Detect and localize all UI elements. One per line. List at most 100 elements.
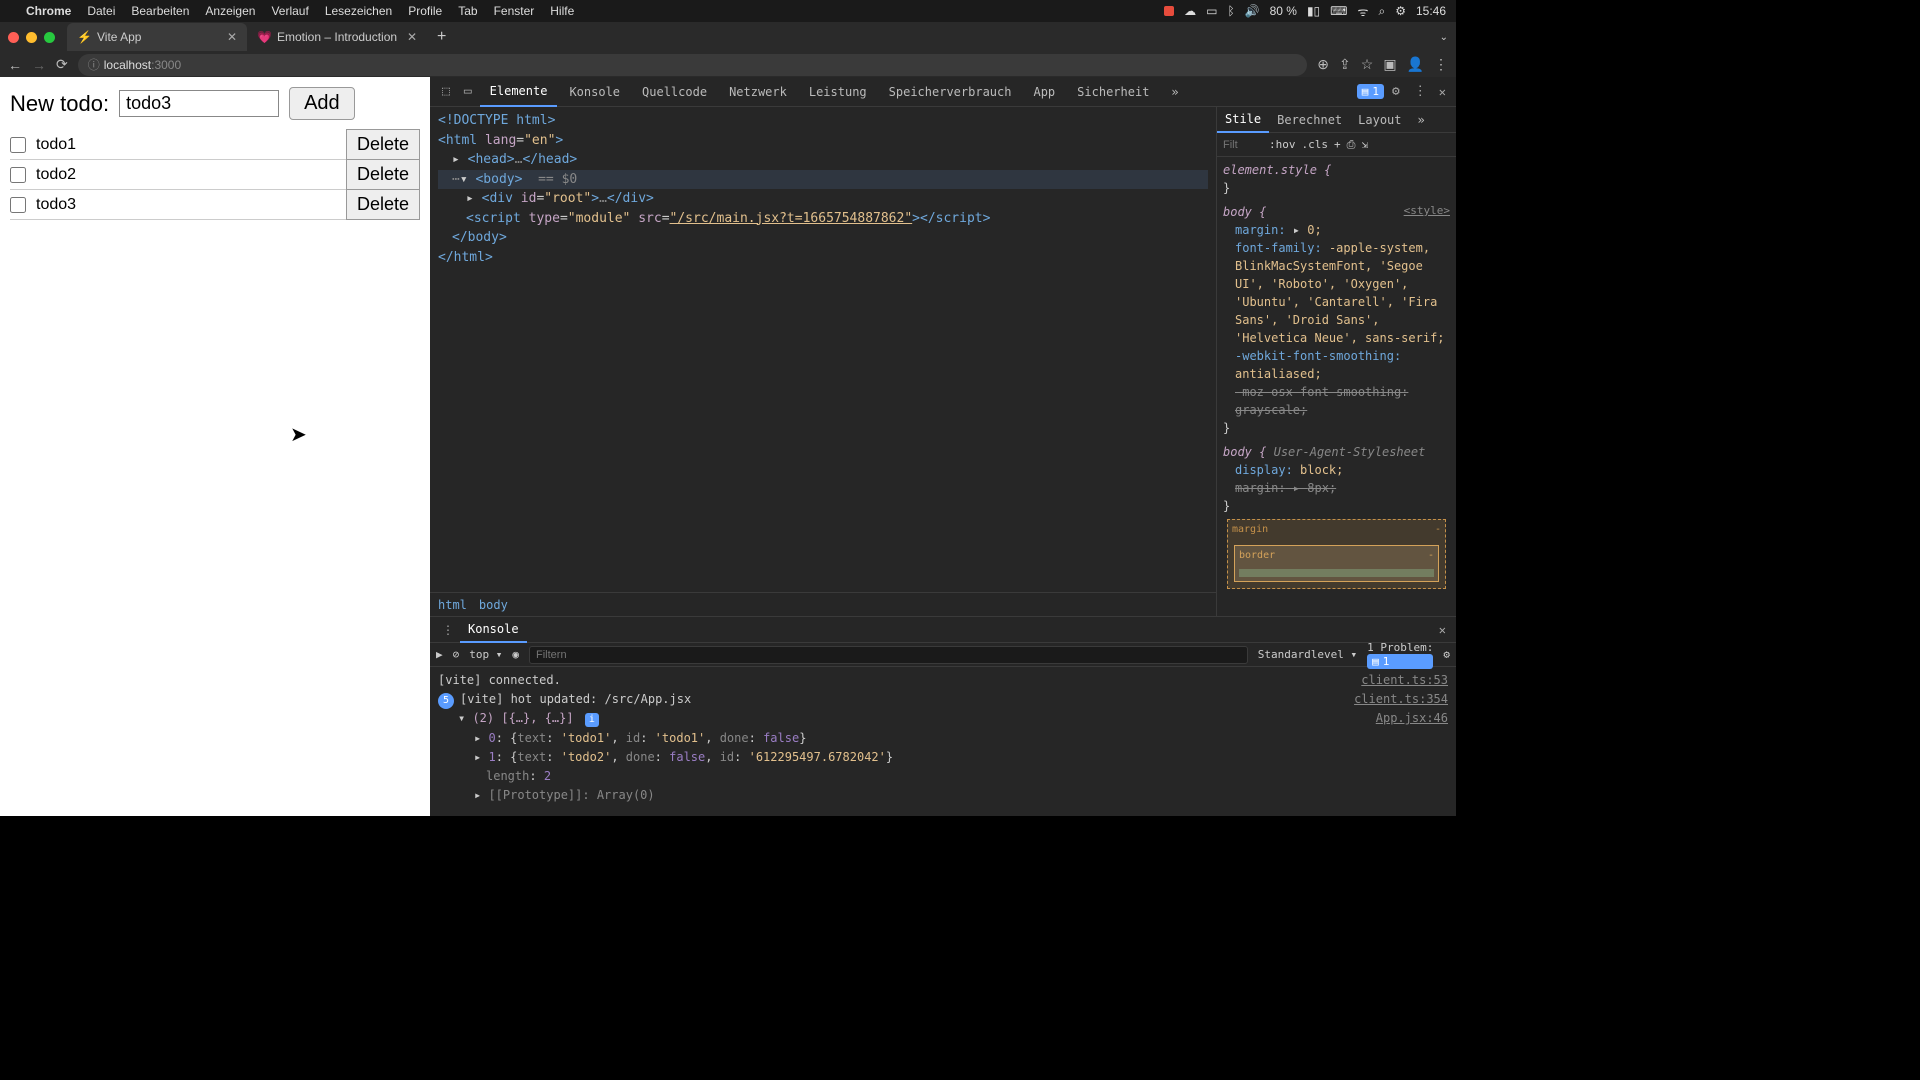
console-play-icon[interactable]: ▶ (436, 648, 443, 661)
close-devtools-icon[interactable]: ✕ (1435, 85, 1450, 99)
menu-verlauf[interactable]: Verlauf (271, 4, 308, 18)
menu-hilfe[interactable]: Hilfe (550, 4, 574, 18)
close-window-icon[interactable] (8, 32, 19, 43)
breadcrumb-body[interactable]: body (479, 598, 508, 612)
zoom-icon[interactable]: ⊕ (1317, 56, 1329, 73)
hov-toggle[interactable]: :hov (1269, 138, 1296, 151)
console-settings-icon[interactable]: ⚙ (1443, 648, 1450, 661)
bluetooth-icon[interactable]: ᛒ (1227, 4, 1234, 18)
console-level[interactable]: Standardlevel ▾ (1258, 648, 1357, 661)
search-icon[interactable]: ⌕ (1378, 4, 1385, 19)
console-output[interactable]: [vite] connected.client.ts:53 5[vite] ho… (430, 667, 1456, 816)
styles-tab-more[interactable]: » (1410, 107, 1433, 133)
settings-icon[interactable]: ⚙ (1386, 84, 1406, 99)
keyboard-icon[interactable]: ⌨ (1330, 4, 1347, 18)
menu-datei[interactable]: Datei (87, 4, 115, 18)
console-filter-input[interactable] (529, 646, 1248, 664)
share-icon[interactable]: ⇪ (1339, 56, 1351, 73)
devtools-tab-more[interactable]: » (1161, 77, 1188, 107)
console-eye-icon[interactable]: ◉ (512, 648, 519, 661)
info-icon[interactable]: i (585, 713, 599, 727)
close-tab-icon[interactable]: ✕ (227, 30, 237, 44)
new-todo-input[interactable] (119, 90, 279, 117)
tab-emotion[interactable]: 💗Emotion – Introduction ✕ (247, 23, 427, 51)
devtools-tab-netzwerk[interactable]: Netzwerk (719, 77, 797, 107)
styles-filter-input[interactable] (1223, 139, 1263, 151)
volume-icon[interactable]: 🔊 (1245, 4, 1260, 18)
cloud-icon[interactable]: ☁ (1184, 4, 1196, 18)
devtools-tab-speicher[interactable]: Speicherverbrauch (879, 77, 1022, 107)
address-bar[interactable]: ⓘ localhost:3000 (78, 54, 1308, 76)
issues-badge[interactable]: ▤ 1 (1357, 84, 1384, 99)
breadcrumb-html[interactable]: html (438, 598, 467, 612)
console-proto[interactable]: [[Prototype]]: Array(0) (488, 788, 654, 802)
display-icon[interactable]: ▭ (1206, 4, 1217, 18)
window-controls[interactable] (8, 32, 55, 43)
styles-tab-stile[interactable]: Stile (1217, 107, 1269, 133)
menu-anzeigen[interactable]: Anzeigen (205, 4, 255, 18)
devtools-tab-konsole[interactable]: Konsole (559, 77, 630, 107)
devtools-tab-leistung[interactable]: Leistung (799, 77, 877, 107)
console-src[interactable]: App.jsx:46 (1376, 709, 1448, 728)
site-info-icon[interactable]: ⓘ (88, 56, 100, 73)
console-tab[interactable]: Konsole (460, 617, 527, 643)
delete-button[interactable]: Delete (346, 129, 420, 160)
forward-button[interactable]: → (32, 57, 46, 73)
close-drawer-icon[interactable]: ✕ (1435, 623, 1450, 637)
console-array-head[interactable]: (2) [{…}, {…}] (472, 711, 573, 725)
console-src[interactable]: client.ts:53 (1361, 671, 1448, 690)
reload-button[interactable]: ⟳ (56, 56, 68, 73)
star-icon[interactable]: ☆ (1361, 56, 1374, 73)
kebab-icon[interactable]: ⋮ (1408, 84, 1433, 99)
console-clear-icon[interactable]: ⊘ (453, 648, 460, 661)
minimize-window-icon[interactable] (26, 32, 37, 43)
menubar-app[interactable]: Chrome (26, 4, 71, 18)
box-model[interactable]: margin - border - (1227, 519, 1446, 589)
recording-icon[interactable] (1164, 6, 1174, 16)
console-problems[interactable]: 1 Problem: ▤ 1 (1367, 641, 1433, 669)
new-tab-button[interactable]: + (427, 28, 456, 46)
inspect-icon[interactable]: ⬚ (436, 84, 456, 99)
devtools-tab-sicherheit[interactable]: Sicherheit (1067, 77, 1159, 107)
devtools-tab-elemente[interactable]: Elemente (480, 77, 558, 107)
delete-button[interactable]: Delete (346, 189, 420, 220)
back-button[interactable]: ← (8, 57, 22, 73)
battery-icon[interactable]: ▮▯ (1307, 4, 1320, 18)
menu-profile[interactable]: Profile (408, 4, 442, 18)
battery-percent[interactable]: 80 % (1270, 4, 1297, 18)
devtools-tab-quellcode[interactable]: Quellcode (632, 77, 717, 107)
devtools-tab-app[interactable]: App (1023, 77, 1065, 107)
dom-tree[interactable]: <!DOCTYPE html> <html lang="en"> ▸ <head… (430, 107, 1216, 592)
cls-toggle[interactable]: .cls (1302, 138, 1329, 151)
styles-tab-layout[interactable]: Layout (1350, 107, 1409, 133)
maximize-window-icon[interactable] (44, 32, 55, 43)
styles-tab-berechnet[interactable]: Berechnet (1269, 107, 1350, 133)
tab-vite-app[interactable]: ⚡Vite App ✕ (67, 23, 247, 51)
menu-bearbeiten[interactable]: Bearbeiten (131, 4, 189, 18)
console-src[interactable]: client.ts:354 (1354, 690, 1448, 709)
todo-checkbox[interactable] (10, 137, 26, 153)
add-button[interactable]: Add (289, 87, 355, 120)
console-context[interactable]: top ▾ (469, 648, 502, 661)
panel-icon[interactable]: ▣ (1383, 56, 1396, 73)
menu-lesezeichen[interactable]: Lesezeichen (325, 4, 392, 18)
clock[interactable]: 15:46 (1416, 4, 1446, 18)
expand-icon[interactable]: ⇲ (1361, 138, 1368, 151)
close-tab-icon[interactable]: ✕ (407, 30, 417, 44)
todo-checkbox[interactable] (10, 197, 26, 213)
menu-tab[interactable]: Tab (458, 4, 477, 18)
delete-button[interactable]: Delete (346, 159, 420, 190)
control-center-icon[interactable]: ⚙ (1395, 4, 1406, 18)
wifi-icon[interactable]: ᯤ (1358, 3, 1369, 20)
device-icon[interactable]: ▭ (458, 84, 478, 99)
print-icon[interactable]: ⎙ (1347, 138, 1356, 152)
tab-dropdown-icon[interactable]: ⌄ (1440, 32, 1448, 43)
menu-fenster[interactable]: Fenster (494, 4, 535, 18)
menu-icon[interactable]: ⋮ (1434, 56, 1448, 73)
new-rule-icon[interactable]: + (1334, 138, 1341, 151)
profile-icon[interactable]: 👤 (1407, 56, 1424, 73)
css-rules[interactable]: element.style { } body {<style> margin: … (1217, 157, 1456, 616)
drawer-kebab-icon[interactable]: ⋮ (436, 623, 460, 637)
dom-breadcrumb[interactable]: html body (430, 592, 1216, 616)
todo-checkbox[interactable] (10, 167, 26, 183)
